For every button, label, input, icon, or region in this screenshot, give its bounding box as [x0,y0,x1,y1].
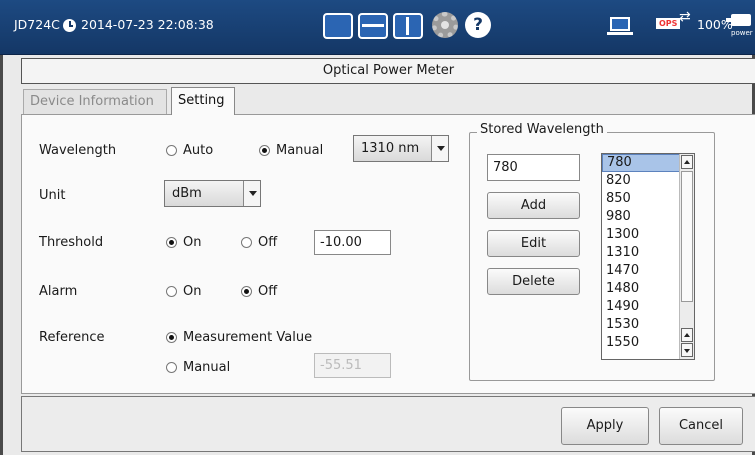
list-item[interactable]: 1470 [602,262,681,280]
clock-icon [63,19,76,32]
unit-select[interactable]: dBm [164,180,261,207]
threshold-on-label: On [183,235,202,250]
list-item[interactable]: 780 [602,154,681,172]
reference-manual-radio[interactable] [166,362,177,373]
add-button[interactable]: Add [487,192,580,219]
datetime: 2014-07-23 22:08:38 [81,17,214,32]
scroll-down-icon[interactable] [681,343,693,357]
split-horizontal-icon[interactable] [358,13,388,39]
chevron-down-icon [431,136,448,161]
list-scrollbar[interactable] [679,154,694,359]
alarm-on-radio[interactable] [166,286,177,297]
reference-measurement-label: Measurement Value [183,330,313,345]
reference-measurement-radio[interactable] [166,332,177,343]
wavelength-list[interactable]: 780 820 850 980 1300 1310 1470 1480 1490… [601,153,695,360]
list-item[interactable]: 1530 [602,316,681,334]
alarm-off-radio[interactable] [241,286,252,297]
scroll-thumb[interactable] [681,171,693,302]
stored-wavelength-title: Stored Wavelength [477,122,607,137]
tab-setting[interactable]: Setting [171,87,235,115]
wavelength-manual-radio[interactable] [259,145,270,156]
list-item[interactable]: 820 [602,172,681,190]
reference-label: Reference [39,330,105,345]
threshold-on-radio[interactable] [166,237,177,248]
power-label: power [731,29,753,37]
wavelength-manual-label: Manual [276,143,324,158]
help-icon[interactable]: ? [465,12,491,38]
device-model: JD724C [14,17,60,32]
threshold-off-radio[interactable] [241,237,252,248]
wavelength-auto-label: Auto [183,143,214,158]
scroll-up-icon[interactable] [681,155,693,169]
plug-icon [726,14,751,26]
list-item[interactable]: 1490 [602,298,681,316]
ops-icon: OPS [656,18,681,29]
alarm-on-label: On [183,284,202,299]
list-item[interactable]: 1310 [602,244,681,262]
transfer-arrows-icon: ⇄ [679,9,691,25]
wavelength-label: Wavelength [39,143,117,158]
split-vertical-icon[interactable] [393,13,423,39]
gear-icon[interactable] [432,12,458,38]
threshold-label: Threshold [39,235,104,250]
laptop-icon [607,17,633,35]
wavelength-auto-radio[interactable] [166,145,177,156]
chevron-down-icon [243,181,260,206]
single-view-icon[interactable] [323,13,353,39]
unit-label: Unit [39,188,66,203]
threshold-input[interactable]: -10.00 [314,230,391,255]
wavelength-select[interactable]: 1310 nm [353,135,449,162]
list-item[interactable]: 1550 [602,334,681,352]
status-bar: JD724C 2014-07-23 22:08:38 ? OPS ⇄ 100% … [0,0,755,55]
reference-manual-input: -55.51 [314,353,391,378]
list-item[interactable]: 850 [602,190,681,208]
reference-manual-label: Manual [183,360,231,375]
tab-device-information[interactable]: Device Information [23,89,167,114]
cancel-button[interactable]: Cancel [659,407,743,445]
window-title: Optical Power Meter [21,58,755,84]
list-item[interactable]: 1300 [602,226,681,244]
wavelength-entry-input[interactable]: 780 [487,154,580,181]
delete-button[interactable]: Delete [487,268,580,295]
scroll-page-up-icon[interactable] [681,328,693,342]
unit-select-value: dBm [172,186,202,201]
apply-button[interactable]: Apply [561,407,649,445]
alarm-label: Alarm [39,284,78,299]
wavelength-select-value: 1310 nm [361,141,420,156]
list-item[interactable]: 1480 [602,280,681,298]
alarm-off-label: Off [258,284,278,299]
list-item[interactable]: 980 [602,208,681,226]
edit-button[interactable]: Edit [487,230,580,257]
threshold-off-label: Off [258,235,278,250]
